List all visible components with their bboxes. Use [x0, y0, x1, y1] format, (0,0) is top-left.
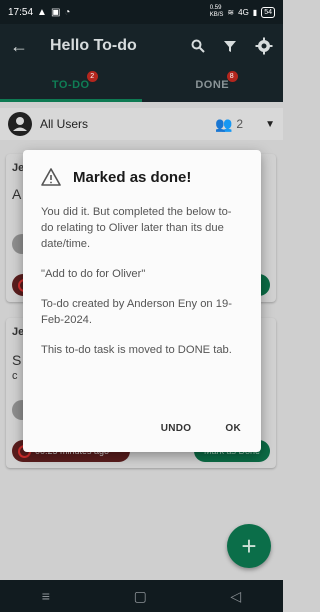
- undo-button[interactable]: UNDO: [161, 423, 192, 434]
- dialog-title: Marked as done!: [73, 168, 192, 186]
- back-icon[interactable]: ◁: [230, 588, 241, 605]
- tab-todo[interactable]: TO-DO 2: [0, 68, 142, 102]
- user-count: 👥 2: [215, 116, 243, 133]
- filter-icon[interactable]: [223, 39, 237, 53]
- ok-button[interactable]: OK: [225, 423, 241, 434]
- tab-done-label: DONE: [195, 79, 230, 91]
- tab-todo-label: TO-DO: [51, 79, 90, 91]
- home-icon[interactable]: ▢: [134, 588, 147, 605]
- battery-icon: 54: [261, 6, 275, 18]
- tab-todo-badge: 2: [87, 71, 98, 82]
- tab-bar: TO-DO 2 DONE 8: [0, 68, 283, 102]
- speed-readout: 0.59 KB/S: [209, 5, 224, 18]
- plus-icon: +: [241, 530, 257, 561]
- search-icon[interactable]: [191, 39, 205, 53]
- dialog-moved-note: This to-do task is moved to DONE tab.: [41, 344, 232, 356]
- notification-icon: ▲: [37, 6, 47, 18]
- group-icon: 👥: [214, 115, 233, 132]
- dialog-task-name: "Add to do for Oliver": [41, 268, 146, 280]
- recent-apps-icon[interactable]: ≡: [42, 588, 50, 604]
- wifi-icon: ≋: [227, 7, 235, 17]
- card-subtitle-letter: c: [12, 370, 18, 382]
- dialog-actions: UNDO OK: [161, 423, 241, 434]
- back-arrow-icon[interactable]: ←: [10, 36, 28, 57]
- whatsapp-icon: ◔: [64, 6, 71, 18]
- add-todo-button[interactable]: +: [227, 524, 271, 568]
- network-type: 4G: [238, 7, 249, 17]
- card-title-letter: A: [12, 186, 22, 202]
- app-bar: ← Hello To-do: [0, 24, 283, 68]
- status-bar: 17:54 ▲ ▣ ◔ 0.59 KB/S ≋ 4G ▮ 54: [0, 0, 283, 24]
- app-title: Hello To-do: [50, 37, 137, 54]
- user-count-value: 2: [236, 117, 244, 131]
- signal-icon: ▮: [252, 7, 258, 17]
- status-time: 17:54: [8, 6, 34, 18]
- warning-icon: [41, 168, 61, 186]
- dropdown-caret-icon[interactable]: ▼: [265, 119, 275, 130]
- tab-done-badge: 8: [226, 71, 238, 82]
- account-icon: [8, 112, 32, 136]
- marked-done-dialog: Marked as done! You did it. But complete…: [23, 150, 261, 452]
- dialog-message: You did it. But completed the below to-d…: [41, 206, 232, 250]
- dialog-header: Marked as done!: [41, 168, 243, 186]
- user-filter[interactable]: All Users 👥 2 ▼: [0, 108, 283, 140]
- tab-done[interactable]: DONE 8: [142, 68, 284, 102]
- user-filter-label: All Users: [40, 117, 89, 131]
- gear-icon[interactable]: [255, 37, 273, 55]
- dialog-body: You did it. But completed the below to-d…: [41, 204, 243, 358]
- card-title-letter: S: [12, 352, 22, 368]
- system-nav-bar: ≡ ▢ ◁: [0, 580, 283, 612]
- dialog-created-by: To-do created by Anderson Eny on 19-Feb-…: [41, 298, 232, 326]
- image-icon: ▣: [50, 6, 61, 18]
